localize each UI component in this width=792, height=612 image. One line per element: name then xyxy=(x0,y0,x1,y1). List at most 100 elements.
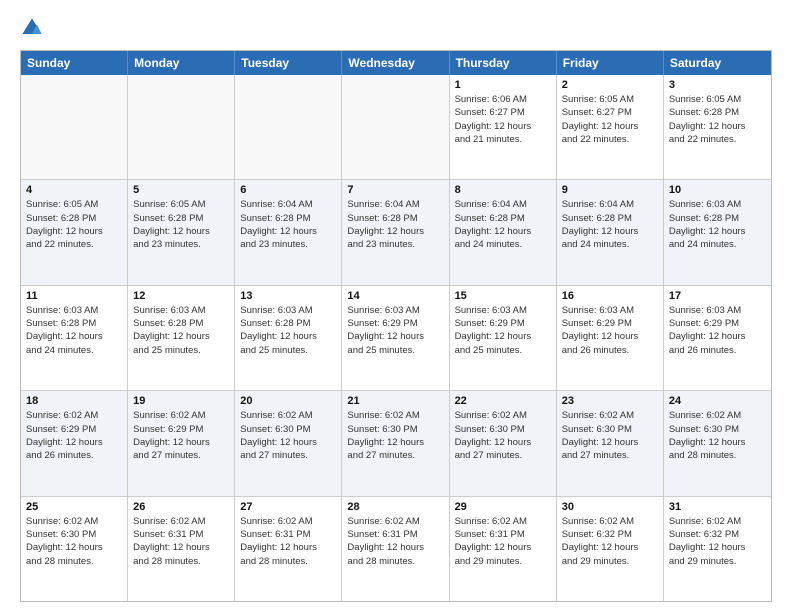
day-info: Sunrise: 6:06 AM Sunset: 6:27 PM Dayligh… xyxy=(455,93,551,146)
header-saturday: Saturday xyxy=(664,51,771,75)
header-sunday: Sunday xyxy=(21,51,128,75)
calendar-cell: 15 Sunrise: 6:03 AM Sunset: 6:29 PM Dayli… xyxy=(450,286,557,390)
day-info: Sunrise: 6:05 AM Sunset: 6:28 PM Dayligh… xyxy=(133,198,229,251)
day-number: 14 xyxy=(347,290,443,302)
calendar-cell xyxy=(342,75,449,179)
day-info: Sunrise: 6:02 AM Sunset: 6:30 PM Dayligh… xyxy=(562,409,658,462)
day-number: 23 xyxy=(562,395,658,407)
day-number: 15 xyxy=(455,290,551,302)
day-info: Sunrise: 6:05 AM Sunset: 6:28 PM Dayligh… xyxy=(669,93,766,146)
calendar-cell: 13 Sunrise: 6:03 AM Sunset: 6:28 PM Dayli… xyxy=(235,286,342,390)
day-info: Sunrise: 6:02 AM Sunset: 6:31 PM Dayligh… xyxy=(455,515,551,568)
day-info: Sunrise: 6:04 AM Sunset: 6:28 PM Dayligh… xyxy=(240,198,336,251)
day-info: Sunrise: 6:02 AM Sunset: 6:29 PM Dayligh… xyxy=(26,409,122,462)
calendar-cell: 11 Sunrise: 6:03 AM Sunset: 6:28 PM Dayli… xyxy=(21,286,128,390)
calendar-cell: 9 Sunrise: 6:04 AM Sunset: 6:28 PM Daylig… xyxy=(557,180,664,284)
day-number: 20 xyxy=(240,395,336,407)
day-number: 11 xyxy=(26,290,122,302)
day-info: Sunrise: 6:02 AM Sunset: 6:31 PM Dayligh… xyxy=(240,515,336,568)
calendar-cell: 31 Sunrise: 6:02 AM Sunset: 6:32 PM Dayli… xyxy=(664,497,771,601)
day-number: 1 xyxy=(455,79,551,91)
day-info: Sunrise: 6:04 AM Sunset: 6:28 PM Dayligh… xyxy=(455,198,551,251)
calendar-cell xyxy=(235,75,342,179)
calendar-cell: 2Sunrise: 6:05 AM Sunset: 6:27 PM Daylig… xyxy=(557,75,664,179)
day-info: Sunrise: 6:03 AM Sunset: 6:29 PM Dayligh… xyxy=(562,304,658,357)
calendar-cell: 24 Sunrise: 6:02 AM Sunset: 6:30 PM Dayli… xyxy=(664,391,771,495)
day-number: 8 xyxy=(455,184,551,196)
day-number: 6 xyxy=(240,184,336,196)
day-info: Sunrise: 6:05 AM Sunset: 6:28 PM Dayligh… xyxy=(26,198,122,251)
calendar-cell: 1 Sunrise: 6:06 AM Sunset: 6:27 PM Daylig… xyxy=(450,75,557,179)
page: Sunday Monday Tuesday Wednesday Thursday… xyxy=(0,0,792,612)
day-info: Sunrise: 6:04 AM Sunset: 6:28 PM Dayligh… xyxy=(562,198,658,251)
calendar-cell: 5Sunrise: 6:05 AM Sunset: 6:28 PM Daylig… xyxy=(128,180,235,284)
calendar-cell: 30 Sunrise: 6:02 AM Sunset: 6:32 PM Dayli… xyxy=(557,497,664,601)
day-info: Sunrise: 6:03 AM Sunset: 6:29 PM Dayligh… xyxy=(455,304,551,357)
day-number: 19 xyxy=(133,395,229,407)
calendar-cell: 12 Sunrise: 6:03 AM Sunset: 6:28 PM Dayli… xyxy=(128,286,235,390)
day-info: Sunrise: 6:03 AM Sunset: 6:28 PM Dayligh… xyxy=(669,198,766,251)
calendar-cell: 26Sunrise: 6:02 AM Sunset: 6:31 PM Dayli… xyxy=(128,497,235,601)
day-number: 26 xyxy=(133,501,229,513)
calendar-cell: 27Sunrise: 6:02 AM Sunset: 6:31 PM Dayli… xyxy=(235,497,342,601)
day-number: 9 xyxy=(562,184,658,196)
day-info: Sunrise: 6:02 AM Sunset: 6:31 PM Dayligh… xyxy=(347,515,443,568)
day-number: 3 xyxy=(669,79,766,91)
day-info: Sunrise: 6:03 AM Sunset: 6:29 PM Dayligh… xyxy=(347,304,443,357)
calendar-cell: 23 Sunrise: 6:02 AM Sunset: 6:30 PM Dayli… xyxy=(557,391,664,495)
day-info: Sunrise: 6:05 AM Sunset: 6:27 PM Dayligh… xyxy=(562,93,658,146)
day-info: Sunrise: 6:03 AM Sunset: 6:29 PM Dayligh… xyxy=(669,304,766,357)
day-number: 21 xyxy=(347,395,443,407)
day-number: 31 xyxy=(669,501,766,513)
calendar-cell xyxy=(128,75,235,179)
day-number: 29 xyxy=(455,501,551,513)
calendar-cell: 4Sunrise: 6:05 AM Sunset: 6:28 PM Daylig… xyxy=(21,180,128,284)
logo xyxy=(20,16,48,40)
calendar-cell: 6 Sunrise: 6:04 AM Sunset: 6:28 PM Daylig… xyxy=(235,180,342,284)
day-info: Sunrise: 6:02 AM Sunset: 6:30 PM Dayligh… xyxy=(455,409,551,462)
calendar-cell: 8 Sunrise: 6:04 AM Sunset: 6:28 PM Daylig… xyxy=(450,180,557,284)
header-thursday: Thursday xyxy=(450,51,557,75)
day-number: 30 xyxy=(562,501,658,513)
calendar-cell: 21 Sunrise: 6:02 AM Sunset: 6:30 PM Dayli… xyxy=(342,391,449,495)
calendar-cell: 25 Sunrise: 6:02 AM Sunset: 6:30 PM Dayli… xyxy=(21,497,128,601)
day-number: 25 xyxy=(26,501,122,513)
header-tuesday: Tuesday xyxy=(235,51,342,75)
calendar-cell: 22Sunrise: 6:02 AM Sunset: 6:30 PM Dayli… xyxy=(450,391,557,495)
day-info: Sunrise: 6:04 AM Sunset: 6:28 PM Dayligh… xyxy=(347,198,443,251)
day-number: 24 xyxy=(669,395,766,407)
day-number: 12 xyxy=(133,290,229,302)
day-number: 13 xyxy=(240,290,336,302)
calendar-row-4: 18 Sunrise: 6:02 AM Sunset: 6:29 PM Dayli… xyxy=(21,391,771,496)
calendar-cell: 16 Sunrise: 6:03 AM Sunset: 6:29 PM Dayli… xyxy=(557,286,664,390)
calendar-cell: 20Sunrise: 6:02 AM Sunset: 6:30 PM Dayli… xyxy=(235,391,342,495)
day-info: Sunrise: 6:02 AM Sunset: 6:32 PM Dayligh… xyxy=(669,515,766,568)
logo-icon xyxy=(20,16,44,40)
calendar-cell: 14 Sunrise: 6:03 AM Sunset: 6:29 PM Dayli… xyxy=(342,286,449,390)
calendar-cell: 19Sunrise: 6:02 AM Sunset: 6:29 PM Dayli… xyxy=(128,391,235,495)
calendar-cell: 29 Sunrise: 6:02 AM Sunset: 6:31 PM Dayli… xyxy=(450,497,557,601)
calendar-row-1: 1 Sunrise: 6:06 AM Sunset: 6:27 PM Daylig… xyxy=(21,75,771,180)
day-info: Sunrise: 6:02 AM Sunset: 6:30 PM Dayligh… xyxy=(669,409,766,462)
day-info: Sunrise: 6:02 AM Sunset: 6:30 PM Dayligh… xyxy=(26,515,122,568)
calendar-cell: 7 Sunrise: 6:04 AM Sunset: 6:28 PM Daylig… xyxy=(342,180,449,284)
day-number: 7 xyxy=(347,184,443,196)
day-number: 16 xyxy=(562,290,658,302)
calendar-cell: 17 Sunrise: 6:03 AM Sunset: 6:29 PM Dayli… xyxy=(664,286,771,390)
day-number: 17 xyxy=(669,290,766,302)
calendar: Sunday Monday Tuesday Wednesday Thursday… xyxy=(20,50,772,602)
day-info: Sunrise: 6:02 AM Sunset: 6:32 PM Dayligh… xyxy=(562,515,658,568)
calendar-body: 1 Sunrise: 6:06 AM Sunset: 6:27 PM Daylig… xyxy=(21,75,771,601)
day-info: Sunrise: 6:03 AM Sunset: 6:28 PM Dayligh… xyxy=(240,304,336,357)
day-number: 18 xyxy=(26,395,122,407)
day-info: Sunrise: 6:03 AM Sunset: 6:28 PM Dayligh… xyxy=(26,304,122,357)
day-number: 28 xyxy=(347,501,443,513)
calendar-row-2: 4Sunrise: 6:05 AM Sunset: 6:28 PM Daylig… xyxy=(21,180,771,285)
day-info: Sunrise: 6:02 AM Sunset: 6:30 PM Dayligh… xyxy=(347,409,443,462)
header-monday: Monday xyxy=(128,51,235,75)
calendar-header: Sunday Monday Tuesday Wednesday Thursday… xyxy=(21,51,771,75)
calendar-cell: 10Sunrise: 6:03 AM Sunset: 6:28 PM Dayli… xyxy=(664,180,771,284)
calendar-cell: 18 Sunrise: 6:02 AM Sunset: 6:29 PM Dayli… xyxy=(21,391,128,495)
day-info: Sunrise: 6:03 AM Sunset: 6:28 PM Dayligh… xyxy=(133,304,229,357)
calendar-row-3: 11 Sunrise: 6:03 AM Sunset: 6:28 PM Dayli… xyxy=(21,286,771,391)
